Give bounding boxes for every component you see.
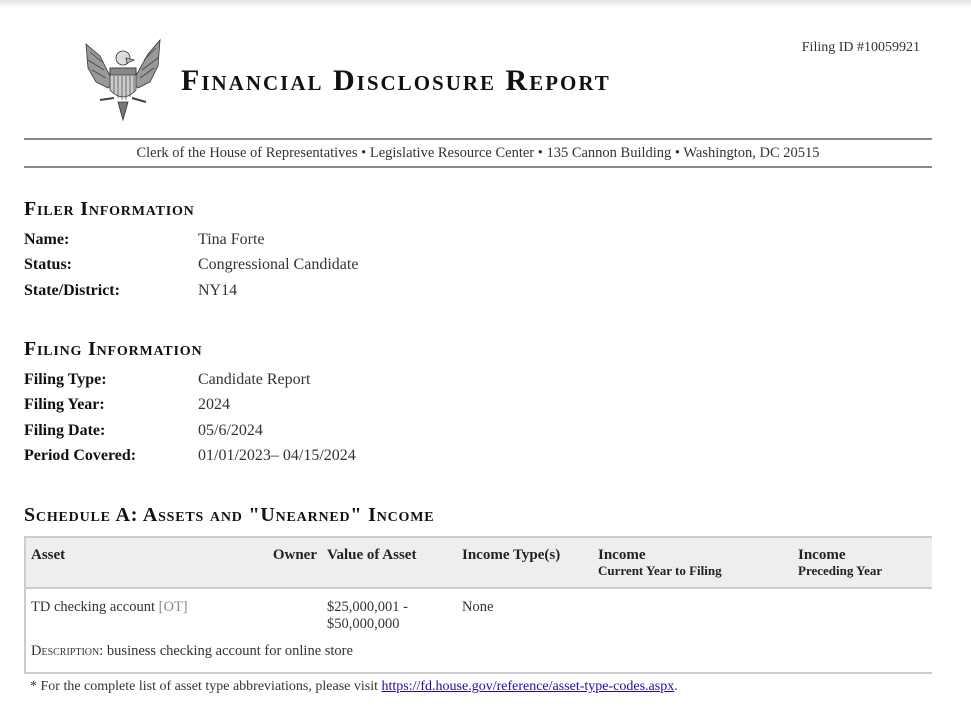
field-label: State/District: <box>24 281 120 299</box>
filer-information-heading: Filer Information <box>24 198 195 220</box>
filer-name-row: Name: Tina Forte <box>24 227 358 253</box>
income-current-cell <box>593 588 793 633</box>
filer-information-section: Filer Information Name: Tina Forte Statu… <box>24 198 358 304</box>
col-asset: Asset <box>25 536 258 589</box>
col-income-preceding-sub: Preceding Year <box>798 563 883 578</box>
filing-date-value: 05/6/2024 <box>198 421 263 439</box>
report-title: Financial Disclosure Report <box>181 64 611 97</box>
filer-status-value: Congressional Candidate <box>198 256 359 274</box>
eagle-seal-icon <box>85 38 161 122</box>
schedule-a-section: Schedule A: Assets and "Unearned" Income… <box>24 504 932 695</box>
filing-information-heading: Filing Information <box>24 338 203 360</box>
filing-year-value: 2024 <box>198 396 230 414</box>
col-income-preceding-label: Income <box>798 547 846 563</box>
col-owner: Owner <box>258 536 322 589</box>
description-label: Description: <box>31 643 104 659</box>
table-row: TD checking account [OT] $25,000,001 - $… <box>25 588 932 633</box>
value-cell: $25,000,001 - $50,000,000 <box>322 588 457 633</box>
asset-type-codes-link[interactable]: https://fd.house.gov/reference/asset-typ… <box>381 679 674 694</box>
owner-cell <box>258 588 322 633</box>
field-label: Filing Date: <box>24 421 106 439</box>
filer-status-row: Status: Congressional Candidate <box>24 253 358 279</box>
asset-name: TD checking account <box>31 599 156 615</box>
period-covered-value: 01/01/2023– 04/15/2024 <box>198 447 356 465</box>
filing-id: Filing ID #10059921 <box>801 40 920 55</box>
col-income-current-sub: Current Year to Filing <box>598 563 722 578</box>
field-label: Status: <box>24 256 73 274</box>
filing-date-row: Filing Date: 05/6/2024 <box>24 418 356 444</box>
col-income-type: Income Type(s) <box>457 536 593 589</box>
income-type-cell: None <box>462 599 494 615</box>
filer-name-value: Tina Forte <box>198 230 265 248</box>
income-preceding-cell <box>793 588 932 633</box>
asset-cell: TD checking account [OT] <box>25 588 258 633</box>
value-range-high: $50,000,000 <box>327 616 400 632</box>
field-label: Filing Year: <box>24 396 105 414</box>
schedule-a-table: Asset Owner Value of Asset Income Type(s… <box>24 536 932 674</box>
clerk-address: Clerk of the House of Representatives • … <box>24 138 932 168</box>
filer-district-value: NY14 <box>198 281 238 299</box>
value-range-low: $25,000,001 - <box>327 599 408 615</box>
field-label: Filing Type: <box>24 370 107 388</box>
col-income-current-label: Income <box>598 547 646 563</box>
report-header: Financial Disclosure Report Filing ID #1… <box>24 0 932 138</box>
col-value: Value of Asset <box>322 536 457 589</box>
col-income-current: Income Current Year to Filing <box>593 536 793 589</box>
description-cell: Description: business checking account f… <box>25 633 932 673</box>
filing-type-row: Filing Type: Candidate Report <box>24 367 356 393</box>
description-text: business checking account for online sto… <box>106 643 353 659</box>
field-label: Period Covered: <box>24 447 137 465</box>
filing-information-section: Filing Information Filing Type: Candidat… <box>24 338 356 469</box>
filer-district-row: State/District: NY14 <box>24 278 358 304</box>
report-page: Financial Disclosure Report Filing ID #1… <box>24 0 932 694</box>
filing-year-row: Filing Year: 2024 <box>24 393 356 419</box>
asset-code: [OT] <box>158 599 188 615</box>
footnote-text: * For the complete list of asset type ab… <box>30 679 382 694</box>
asset-code-footnote: * For the complete list of asset type ab… <box>24 679 932 695</box>
field-label: Name: <box>24 230 70 248</box>
description-row: Description: business checking account f… <box>25 633 932 673</box>
table-header-row: Asset Owner Value of Asset Income Type(s… <box>25 536 932 589</box>
filing-type-value: Candidate Report <box>198 370 311 388</box>
period-covered-row: Period Covered: 01/01/2023– 04/15/2024 <box>24 444 356 470</box>
schedule-a-heading: Schedule A: Assets and "Unearned" Income <box>24 504 435 526</box>
col-income-preceding: Income Preceding Year <box>793 536 932 589</box>
footnote-end: . <box>674 679 678 694</box>
